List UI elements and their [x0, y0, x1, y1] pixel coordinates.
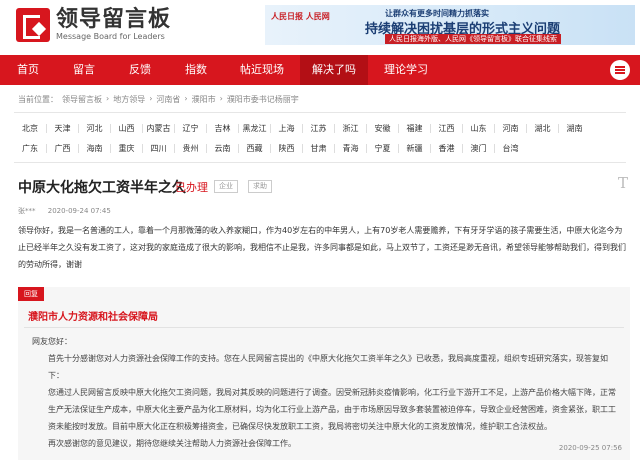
message-meta: 张*** 2020-09-24 07:45 [18, 206, 111, 216]
province-link[interactable]: 黑龙江 [238, 123, 270, 133]
province-link[interactable]: 吉林 [206, 123, 238, 133]
menu-icon [615, 66, 625, 74]
reply-date: 2020-09-25 07:56 [558, 444, 622, 452]
province-link[interactable]: 山东 [462, 123, 494, 133]
breadcrumb-item[interactable]: 濮阳市委书记杨丽宇 [227, 94, 299, 105]
province-link[interactable]: 云南 [206, 143, 238, 153]
reply-paragraph: 首先十分感谢您对人力资源社会保障工作的支持。您在人民网留言提出的《中原大化拖欠工… [48, 354, 608, 380]
nav-index[interactable]: 指数 [168, 55, 224, 85]
province-link[interactable]: 辽宁 [174, 123, 206, 133]
province-link[interactable]: 内蒙古 [142, 123, 174, 133]
breadcrumb-label: 当前位置： [18, 95, 58, 104]
nav-home[interactable]: 首页 [0, 55, 56, 85]
province-link[interactable]: 广东 [14, 144, 46, 153]
province-link[interactable]: 澳门 [462, 143, 494, 153]
province-link[interactable]: 海南 [78, 143, 110, 153]
reply-panel: 回复 濮阳市人力资源和社会保障局 网友您好： 首先十分感谢您对人力资源社会保障工… [18, 287, 630, 460]
divider [14, 162, 626, 163]
reply-paragraph: 您通过人民网留言反映中原大化拖欠工资问题，我局对其反映的问题进行了调查。因受新冠… [48, 388, 616, 431]
site-logo[interactable]: 领导留言板 Message Board for Leaders [16, 8, 171, 42]
province-link[interactable]: 贵州 [174, 143, 206, 153]
province-link[interactable]: 宁夏 [366, 143, 398, 153]
reply-paragraph: 再次感谢您的意见建议，期待您继续关注帮助人力资源社会保障工作。 [48, 439, 296, 448]
main-nav: 首页 留言 反馈 指数 帖近现场 解决了吗 理论学习 [0, 55, 640, 85]
breadcrumb-item[interactable]: 领导留言板 [62, 94, 102, 105]
province-link[interactable]: 河北 [78, 123, 110, 133]
province-link[interactable]: 四川 [142, 143, 174, 153]
province-row: 北京 天津 河北 山西 内蒙古 辽宁 吉林 黑龙江 上海 江苏 浙江 安徽 福建… [14, 118, 630, 138]
divider [24, 327, 624, 328]
logo-icon [16, 8, 50, 42]
divider [14, 112, 626, 113]
banner-brand: 人民日报 人民网 [271, 12, 330, 21]
province-selector: 北京 天津 河北 山西 内蒙古 辽宁 吉林 黑龙江 上海 江苏 浙江 安徽 福建… [14, 118, 630, 158]
nav-message[interactable]: 留言 [56, 55, 112, 85]
province-link[interactable]: 湖北 [526, 123, 558, 133]
reply-greeting: 网友您好： [32, 337, 72, 346]
breadcrumb-separator: › [106, 94, 110, 103]
tag-enterprise[interactable]: 企业 [214, 180, 238, 193]
breadcrumb-separator: › [149, 94, 153, 103]
reply-body: 网友您好： 首先十分感谢您对人力资源社会保障工作的支持。您在人民网留言提出的《中… [32, 333, 622, 452]
message-author: 张*** [18, 207, 36, 215]
nav-theory[interactable]: 理论学习 [368, 55, 444, 85]
province-row: 广东 广西 海南 重庆 四川 贵州 云南 西藏 陕西 甘肃 青海 宁夏 新疆 香… [14, 138, 630, 158]
province-link[interactable]: 广西 [46, 143, 78, 153]
breadcrumb-item[interactable]: 河南省 [156, 94, 180, 105]
province-link[interactable]: 青海 [334, 143, 366, 153]
logo-subtitle: Message Board for Leaders [56, 32, 165, 41]
province-link[interactable]: 甘肃 [302, 143, 334, 153]
message-title: 中原大化拖欠工资半年之久 [18, 180, 186, 196]
message-body: 领导你好，我是一名普通的工人，靠着一个月那微薄的收入养家糊口，作为40岁左右的中… [18, 226, 626, 269]
province-link[interactable]: 上海 [270, 123, 302, 133]
province-link[interactable]: 山西 [110, 123, 142, 133]
province-link[interactable]: 台湾 [494, 143, 526, 153]
province-link[interactable]: 西藏 [238, 143, 270, 153]
province-link[interactable]: 陕西 [270, 143, 302, 153]
status-badge: 已办理 [175, 181, 208, 194]
breadcrumb-separator: › [184, 94, 188, 103]
menu-button[interactable] [600, 55, 640, 85]
province-link[interactable]: 浙江 [334, 123, 366, 133]
province-link[interactable]: 安徽 [366, 123, 398, 133]
reply-badge: 回复 [18, 287, 44, 301]
province-link[interactable]: 香港 [430, 143, 462, 153]
nav-feedback[interactable]: 反馈 [112, 55, 168, 85]
breadcrumb-item[interactable]: 地方领导 [113, 94, 145, 105]
site-header: 领导留言板 Message Board for Leaders 人民日报 人民网… [0, 0, 640, 52]
province-link[interactable]: 福建 [398, 123, 430, 133]
province-link[interactable]: 湖南 [558, 123, 590, 133]
reply-organization: 濮阳市人力资源和社会保障局 [28, 312, 158, 323]
message-date: 2020-09-24 07:45 [47, 207, 111, 215]
province-link[interactable]: 江苏 [302, 123, 334, 133]
nav-solved[interactable]: 解决了吗 [300, 55, 368, 85]
logo-title: 领导留言板 [56, 7, 172, 32]
tag-help[interactable]: 求助 [248, 180, 272, 193]
province-link[interactable]: 天津 [46, 123, 78, 133]
province-link[interactable]: 重庆 [110, 143, 142, 153]
banner-line3: 人民日报海外版、人民网《领导留言板》联合征集线索 [385, 34, 561, 44]
breadcrumb-item[interactable]: 濮阳市 [192, 94, 216, 105]
breadcrumb-separator: › [219, 94, 223, 103]
header-banner[interactable]: 人民日报 人民网 让群众有更多时间精力抓落实 持续解决困扰基层的形式主义问题 人… [265, 5, 635, 45]
font-size-icon[interactable]: T [618, 174, 628, 192]
province-link[interactable]: 河南 [494, 123, 526, 133]
breadcrumb: 当前位置： 领导留言板 › 地方领导 › 河南省 › 濮阳市 › 濮阳市委书记杨… [18, 94, 299, 105]
nav-scene[interactable]: 帖近现场 [224, 55, 300, 85]
province-link[interactable]: 新疆 [398, 143, 430, 153]
province-link[interactable]: 江西 [430, 123, 462, 133]
province-link[interactable]: 北京 [14, 124, 46, 133]
